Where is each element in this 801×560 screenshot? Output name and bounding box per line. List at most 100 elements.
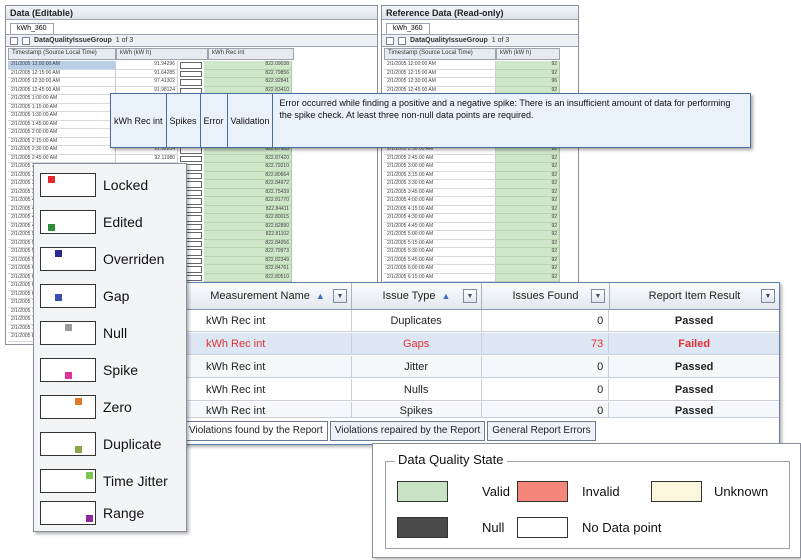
rec-value-cell[interactable]: 822.84411: [204, 205, 292, 214]
rec-value-cell[interactable]: 822.87420: [204, 154, 292, 163]
header-issue-type[interactable]: Issue Type ▲ ▼: [352, 283, 482, 309]
right-grid-row[interactable]: 2/1/2005 5:45:00 AM 92: [384, 256, 560, 265]
timestamp-cell: 2/1/2005 6:15:00 AM: [384, 273, 496, 282]
right-grid-row[interactable]: 2/1/2005 5:30:00 AM 92: [384, 248, 560, 257]
toolbar-group-label: DataQualityIssueGroup: [34, 37, 112, 44]
left-toolbar: DataQualityIssueGroup 1 of 3: [6, 34, 377, 47]
rec-value-cell[interactable]: 822.82890: [204, 222, 292, 231]
zero-swatch: [40, 395, 96, 419]
right-grid-row[interactable]: 2/1/2005 6:15:00 AM 92: [384, 273, 560, 282]
timestamp-cell: 2/1/2005 2:00:00 AM: [8, 129, 116, 138]
spike-marker-icon: [65, 372, 72, 379]
right-grid-row[interactable]: 2/1/2005 4:00:00 AM 92: [384, 197, 560, 206]
edit-box[interactable]: [180, 70, 202, 77]
right-grid-row[interactable]: 2/1/2005 4:30:00 AM 92: [384, 214, 560, 223]
left-grid-row[interactable]: 2/1/2005 12:30:00 AM 97.41302 822.92841: [8, 78, 292, 87]
filter-dropdown-icon[interactable]: ▼: [333, 289, 347, 303]
rec-value-cell[interactable]: 822.81770: [204, 197, 292, 206]
header-label: Measurement Name: [210, 290, 310, 302]
timestamp-cell: 2/1/2005 4:45:00 AM: [384, 222, 496, 231]
tab-violations-repaired[interactable]: Violations repaired by the Report: [329, 421, 486, 441]
edit-box[interactable]: [180, 79, 202, 86]
range-marker-icon: [86, 515, 93, 522]
rec-value-cell[interactable]: 822.81102: [204, 231, 292, 240]
right-grid-row[interactable]: 2/1/2005 3:00:00 AM 92: [384, 163, 560, 172]
value-cell[interactable]: 92.11980: [116, 154, 178, 163]
prev-button[interactable]: [386, 36, 394, 45]
tab-violations-found[interactable]: Violations found by the Report: [184, 421, 328, 441]
state-label: Valid: [482, 483, 510, 499]
right-grid-row[interactable]: 2/1/2005 4:45:00 AM 92: [384, 222, 560, 231]
edited-marker-icon: [48, 224, 55, 231]
filter-dropdown-icon[interactable]: ▼: [761, 289, 775, 303]
right-grid-row[interactable]: 2/1/2005 3:15:00 AM 92: [384, 171, 560, 180]
sort-asc-icon[interactable]: ▲: [442, 291, 451, 301]
tab-kwh-left[interactable]: kWh_360: [10, 23, 54, 34]
report-row[interactable]: kWh Rec int Jitter 0 Passed: [184, 356, 779, 378]
rec-value-cell[interactable]: 822.79210: [204, 163, 292, 172]
header-measurement-name[interactable]: Measurement Name ▲ ▼: [184, 283, 352, 309]
report-row[interactable]: kWh Rec int Nulls 0 Passed: [184, 379, 779, 401]
right-grid-row[interactable]: 2/1/2005 6:00:00 AM 92: [384, 265, 560, 274]
header-report-item-result[interactable]: Report Item Result ▼: [610, 283, 779, 309]
rec-value-cell[interactable]: 822.84056: [204, 239, 292, 248]
left-grid-row[interactable]: 2/1/2005 12:15:00 AM 91.64285 822.79856: [8, 69, 292, 78]
rec-value-cell[interactable]: 822.79973: [204, 248, 292, 257]
rec-value-cell[interactable]: 822.82349: [204, 256, 292, 265]
right-grid-row[interactable]: 2/1/2005 5:00:00 AM 92: [384, 231, 560, 240]
filter-dropdown-icon[interactable]: ▼: [463, 289, 477, 303]
right-grid-row[interactable]: 2/1/2005 3:45:00 AM 92: [384, 188, 560, 197]
tab-kwh-right[interactable]: kWh_360: [386, 23, 430, 34]
col-timestamp-header[interactable]: Timestamp (Source Local Time): [8, 48, 116, 60]
reference-value-cell: 92: [496, 180, 560, 189]
report-row[interactable]: kWh Rec int Spikes 0 Passed: [184, 402, 779, 418]
overriden-swatch: [40, 247, 96, 271]
left-grid-row[interactable]: 2/1/2005 2:45:00 AM 92.11980 822.87420: [8, 154, 292, 163]
left-grid-header: Timestamp (Source Local Time) kWh (kW h)…: [8, 48, 294, 60]
next-button[interactable]: [22, 36, 30, 45]
timestamp-cell: 2/1/2005 1:00:00 AM: [8, 95, 116, 104]
legend-label: Gap: [103, 288, 130, 304]
right-grid-row[interactable]: 2/1/2005 2:45:00 AM 92: [384, 154, 560, 163]
tooltip-error: Error: [201, 94, 228, 147]
rec-value-cell[interactable]: 822.80664: [204, 171, 292, 180]
report-row-failed[interactable]: kWh Rec int Gaps 73 Failed: [184, 333, 779, 355]
value-cell[interactable]: 91.94296: [116, 61, 178, 70]
rec-value-cell[interactable]: 822.79856: [204, 69, 292, 78]
value-cell[interactable]: 97.41302: [116, 78, 178, 87]
rec-value-cell[interactable]: 822.84761: [204, 265, 292, 274]
rec-value-cell[interactable]: 822.92841: [204, 78, 292, 87]
left-grid-row[interactable]: 2/1/2005 12:00:00 AM 91.94296 822.09038: [8, 61, 292, 70]
right-grid-row[interactable]: 2/1/2005 12:30:00 AM 96: [384, 78, 560, 87]
col-kwh-header[interactable]: kWh (kW h): [116, 48, 208, 60]
filter-dropdown-icon[interactable]: ▼: [591, 289, 605, 303]
sort-asc-icon[interactable]: ▲: [316, 291, 325, 301]
timestamp-cell: 2/1/2005 3:45:00 AM: [384, 188, 496, 197]
col-rec-header[interactable]: kWh Rec int: [208, 48, 294, 60]
rec-value-cell[interactable]: 822.09038: [204, 61, 292, 70]
report-row[interactable]: kWh Rec int Duplicates 0 Passed: [184, 310, 779, 332]
issue-type-cell: Gaps: [352, 333, 482, 354]
state-label: Null: [482, 519, 505, 535]
right-grid-row[interactable]: 2/1/2005 12:00:00 AM 92: [384, 61, 560, 70]
timestamp-cell: 2/1/2005 1:15:00 AM: [8, 103, 116, 112]
next-button[interactable]: [398, 36, 406, 45]
rec-value-cell[interactable]: 822.80510: [204, 273, 292, 282]
right-grid-row[interactable]: 2/1/2005 5:15:00 AM 92: [384, 239, 560, 248]
legend-item-locked: Locked: [40, 172, 148, 198]
right-grid-row[interactable]: 2/1/2005 4:15:00 AM 92: [384, 205, 560, 214]
col-timestamp-header[interactable]: Timestamp (Source Local Time): [384, 48, 496, 60]
rec-value-cell[interactable]: 822.80015: [204, 214, 292, 223]
header-issues-found[interactable]: Issues Found ▼: [482, 283, 610, 309]
value-cell[interactable]: 91.64285: [116, 69, 178, 78]
rec-value-cell[interactable]: 822.84972: [204, 180, 292, 189]
right-grid-row[interactable]: 2/1/2005 3:30:00 AM 92: [384, 180, 560, 189]
edit-box[interactable]: [180, 62, 202, 69]
prev-button[interactable]: [10, 36, 18, 45]
right-grid-row[interactable]: 2/1/2005 12:15:00 AM 92: [384, 69, 560, 78]
edit-box[interactable]: [180, 155, 202, 162]
col-kwh-header[interactable]: kWh (kW h): [496, 48, 560, 60]
rec-value-cell[interactable]: 822.75439: [204, 188, 292, 197]
reference-value-cell: 92: [496, 231, 560, 240]
tab-general-report-errors[interactable]: General Report Errors: [487, 421, 596, 441]
